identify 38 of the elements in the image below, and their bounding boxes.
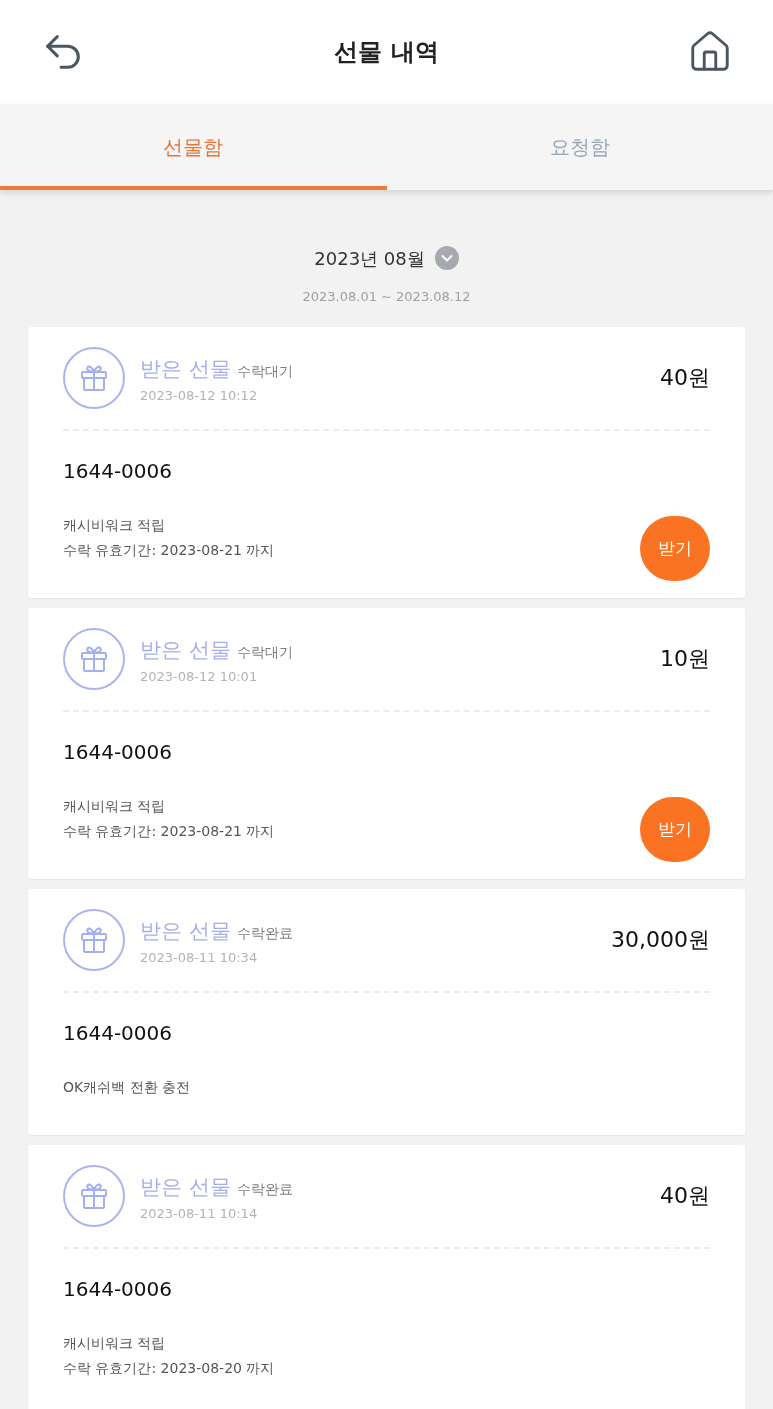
gift-detail: OK캐쉬백 전환 충전 bbox=[63, 1078, 191, 1097]
gift-amount: 10원 bbox=[660, 645, 710, 673]
tab[interactable]: 요청함 bbox=[386, 104, 773, 190]
gift-title: 받은 선물 bbox=[140, 1174, 231, 1201]
sender-number: 1644-0006 bbox=[63, 1276, 173, 1303]
sender-number: 1644-0006 bbox=[63, 739, 173, 766]
gift-status: 수락대기 bbox=[236, 362, 293, 381]
gift-title: 받은 선물 bbox=[140, 637, 231, 664]
month-selector[interactable]: 2023년 08월 bbox=[314, 244, 425, 272]
gift-status: 수락완료 bbox=[236, 924, 293, 943]
gift-datetime: 2023-08-12 10:01 bbox=[140, 668, 259, 686]
date-range: 2023.08.01 ~ 2023.08.12 bbox=[302, 289, 471, 305]
gift-status: 수락완료 bbox=[236, 1180, 293, 1199]
gift-amount: 30,000원 bbox=[611, 926, 710, 954]
gift-datetime: 2023-08-11 10:34 bbox=[140, 949, 259, 967]
gift-amount: 40원 bbox=[660, 1182, 710, 1210]
receive-button[interactable]: 받기 bbox=[640, 516, 710, 581]
gift-detail: 캐시비워크 적립 bbox=[63, 797, 167, 816]
tab[interactable]: 선물함 bbox=[0, 104, 387, 190]
gift-amount: 40원 bbox=[660, 364, 710, 392]
gift-detail: 캐시비워크 적립 bbox=[63, 1334, 167, 1353]
gift-icon bbox=[63, 909, 125, 971]
sender-number: 1644-0006 bbox=[63, 458, 173, 485]
gift-icon bbox=[63, 347, 125, 409]
gift-datetime: 2023-08-11 10:14 bbox=[140, 1205, 259, 1223]
gift-title: 받은 선물 bbox=[140, 356, 231, 383]
gift-detail: 수락 유효기간: 2023-08-21 까지 bbox=[63, 541, 275, 560]
gift-datetime: 2023-08-12 10:12 bbox=[140, 387, 259, 405]
gift-title: 받은 선물 bbox=[140, 918, 231, 945]
sender-number: 1644-0006 bbox=[63, 1020, 173, 1047]
gift-icon bbox=[63, 628, 125, 690]
page-title: 선물 내역 bbox=[334, 37, 439, 68]
gift-icon bbox=[63, 1165, 125, 1227]
gift-detail: 수락 유효기간: 2023-08-21 까지 bbox=[63, 822, 275, 841]
gift-detail: 수락 유효기간: 2023-08-20 까지 bbox=[63, 1359, 275, 1378]
gift-detail: 캐시비워크 적립 bbox=[63, 516, 167, 535]
receive-button[interactable]: 받기 bbox=[640, 797, 710, 862]
gift-status: 수락대기 bbox=[236, 643, 293, 662]
